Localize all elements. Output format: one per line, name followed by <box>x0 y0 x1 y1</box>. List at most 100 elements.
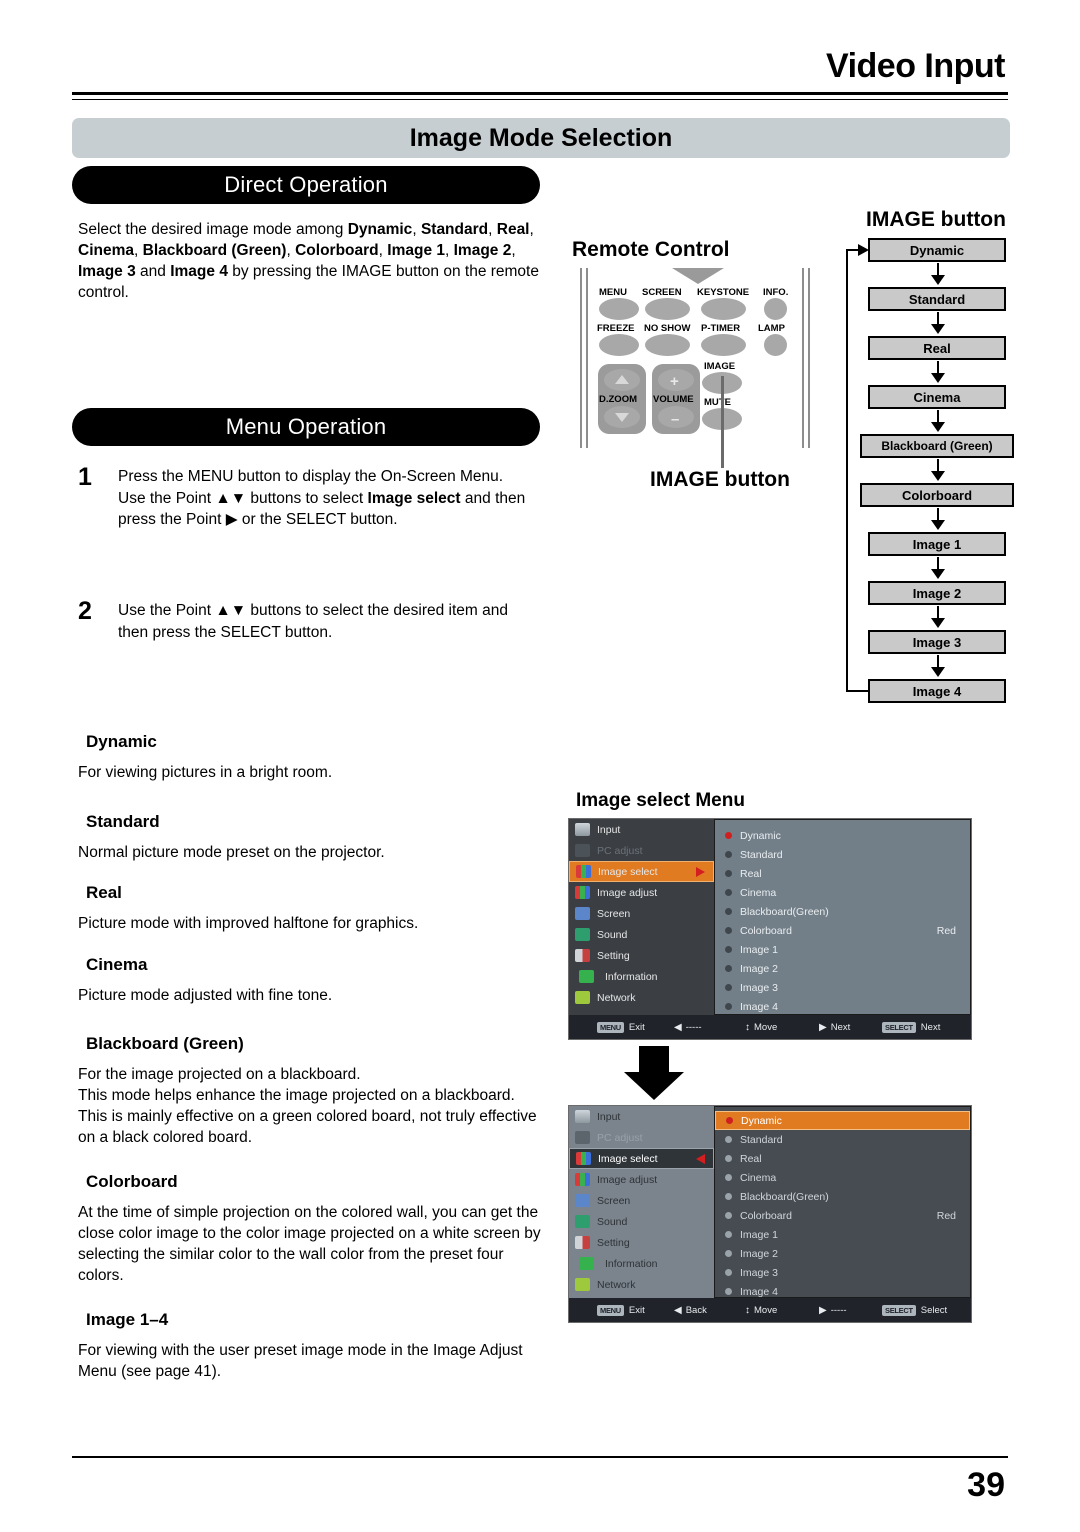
remote-edge-left-inner <box>586 268 588 448</box>
remote-edge-left-outer <box>580 268 582 448</box>
input-icon <box>575 823 590 836</box>
osd1-sidebar-item-setting[interactable]: Setting <box>569 945 714 966</box>
remote-info-button[interactable] <box>764 298 787 320</box>
osd1-option-blackboard[interactable]: Blackboard(Green) <box>715 902 970 921</box>
osd2-sidebar-item-setting[interactable]: Setting <box>569 1232 714 1253</box>
osd-screenshot-step2: Input PC adjust Image select Image adjus… <box>568 1105 972 1323</box>
image-select-menu-label: Image select Menu <box>576 790 745 811</box>
osd2-status-back[interactable]: ◀ Back <box>674 1305 707 1316</box>
osd2-option-cinema[interactable]: Cinema <box>715 1168 970 1187</box>
osd1-status-next[interactable]: ▶ Next <box>819 1022 850 1033</box>
radio-icon <box>725 1003 732 1010</box>
osd2-sidebar-item-image-select[interactable]: Image select <box>569 1148 714 1169</box>
flow-loop-arrow-head <box>858 244 869 256</box>
remote-freeze-button[interactable] <box>599 334 639 356</box>
arrow-updown-icon: ↕ <box>745 1304 750 1316</box>
flow-box-image-4: Image 4 <box>868 679 1006 703</box>
osd2-sidebar-item-information[interactable]: Information <box>569 1253 714 1274</box>
osd1-option-image-3[interactable]: Image 3 <box>715 978 970 997</box>
osd1-option-colorboard[interactable]: Colorboard Red <box>715 921 970 940</box>
remote-p-timer-button[interactable] <box>701 334 746 356</box>
osd2-option-standard[interactable]: Standard <box>715 1130 970 1149</box>
osd1-option-image-1[interactable]: Image 1 <box>715 940 970 959</box>
osd1-sidebar-item-screen[interactable]: Screen <box>569 903 714 924</box>
radio-icon <box>725 1250 732 1257</box>
osd1-sidebar-item-sound[interactable]: Sound <box>569 924 714 945</box>
mode-title-image-1-4: Image 1–4 <box>86 1310 169 1329</box>
dp-4: , <box>529 221 534 238</box>
osd2-sidebar-item-image-adjust[interactable]: Image adjust <box>569 1169 714 1190</box>
remote-menu-button[interactable] <box>599 298 639 320</box>
osd1-status-move[interactable]: ↕ Move <box>745 1022 777 1033</box>
remote-screen-button[interactable] <box>645 298 690 320</box>
osd2-sidebar-item-sound[interactable]: Sound <box>569 1211 714 1232</box>
osd1-option-dynamic[interactable]: Dynamic <box>715 826 970 845</box>
remote-no-show-button[interactable] <box>645 334 690 356</box>
arrow-left-icon: ◀ <box>674 1304 682 1316</box>
osd1-sidebar-item-pc-adjust[interactable]: PC adjust <box>569 840 714 861</box>
osd2-status-select[interactable]: SELECT Select <box>882 1304 947 1316</box>
osd1-status-select[interactable]: SELECT Next <box>882 1021 940 1033</box>
step-1-number: 1 <box>78 463 92 491</box>
dp-8: , <box>445 242 454 259</box>
mode-block-colorboard: Colorboard At the time of simple project… <box>78 1172 548 1286</box>
osd2-option-dynamic[interactable]: Dynamic <box>715 1111 970 1130</box>
osd1-sidebar-item-information[interactable]: Information <box>569 966 714 987</box>
osd1-sidebar-item-image-adjust[interactable]: Image adjust <box>569 882 714 903</box>
osd1-option-image-2[interactable]: Image 2 <box>715 959 970 978</box>
osd1-sidebar-item-image-select[interactable]: Image select <box>569 861 714 882</box>
flow-box-dynamic: Dynamic <box>868 238 1006 262</box>
osd1-option-cinema[interactable]: Cinema <box>715 883 970 902</box>
osd1-sidebar-item-network[interactable]: Network <box>569 987 714 1008</box>
dp-7: , <box>378 242 388 259</box>
remote-keystone-button[interactable] <box>701 298 746 320</box>
osd2-option-colorboard[interactable]: Colorboard Red <box>715 1206 970 1225</box>
screen-icon <box>575 907 590 920</box>
osd1-sidebar-item-input[interactable]: Input <box>569 819 714 840</box>
osd-screenshot-step1: Input PC adjust Image select Image adjus… <box>568 818 972 1040</box>
osd1-option-standard[interactable]: Standard <box>715 845 970 864</box>
radio-icon <box>725 870 732 877</box>
flow-arrow-5-head <box>931 471 945 481</box>
osd2-option-blackboard[interactable]: Blackboard(Green) <box>715 1187 970 1206</box>
radio-icon <box>725 1174 732 1181</box>
osd1-option-image-4[interactable]: Image 4 <box>715 997 970 1016</box>
osd2-sidebar-item-screen[interactable]: Screen <box>569 1190 714 1211</box>
osd2-sidebar-item-pc-adjust[interactable]: PC adjust <box>569 1127 714 1148</box>
arrow-updown-icon: ↕ <box>745 1021 750 1033</box>
mode-desc-real: Picture mode with improved halftone for … <box>78 915 419 932</box>
osd1-option-real[interactable]: Real <box>715 864 970 883</box>
flow-box-image-2: Image 2 <box>868 581 1006 605</box>
mode-title-dynamic: Dynamic <box>86 732 157 751</box>
osd1-status-exit[interactable]: MENU Exit <box>597 1021 645 1033</box>
sound-icon <box>575 1215 590 1228</box>
image-select-icon <box>576 865 591 878</box>
mode-block-cinema: Cinema Picture mode adjusted with fine t… <box>78 955 548 1006</box>
radio-icon <box>725 965 732 972</box>
menu-operation-heading: Menu Operation <box>72 408 540 446</box>
dp-b7: Image 1 <box>387 242 445 259</box>
step-1-text-bold: Image select <box>367 489 461 507</box>
osd2-option-image-1[interactable]: Image 1 <box>715 1225 970 1244</box>
osd2-option-image-2[interactable]: Image 2 <box>715 1244 970 1263</box>
radio-icon <box>725 1288 732 1295</box>
osd2-sidebar-item-input[interactable]: Input <box>569 1106 714 1127</box>
osd2-status-move[interactable]: ↕ Move <box>745 1305 777 1316</box>
osd2-option-image-3[interactable]: Image 3 <box>715 1263 970 1282</box>
remote-label-menu: MENU <box>599 287 627 298</box>
flow-box-image-1: Image 1 <box>868 532 1006 556</box>
image-button-callout: IMAGE button <box>650 468 790 491</box>
remote-lamp-button[interactable] <box>764 334 787 356</box>
flow-box-colorboard: Colorboard <box>860 483 1014 507</box>
remote-edge-right-inner <box>802 268 804 448</box>
osd2-sidebar-item-network[interactable]: Network <box>569 1274 714 1295</box>
osd2-option-real[interactable]: Real <box>715 1149 970 1168</box>
osd1-status-bar: MENU Exit ◀ ----- ↕ Move ▶ Next SELECT Next <box>569 1015 971 1039</box>
osd1-status-prev[interactable]: ◀ ----- <box>674 1022 702 1033</box>
osd2-body: Input PC adjust Image select Image adjus… <box>569 1106 971 1298</box>
dp-b8: Image 2 <box>453 242 512 259</box>
osd2-status-next[interactable]: ▶ ----- <box>819 1305 847 1316</box>
mode-desc-blackboard: For the image projected on a blackboard.… <box>78 1066 537 1146</box>
image-adjust-icon <box>575 1173 590 1186</box>
osd2-status-exit[interactable]: MENU Exit <box>597 1304 645 1316</box>
